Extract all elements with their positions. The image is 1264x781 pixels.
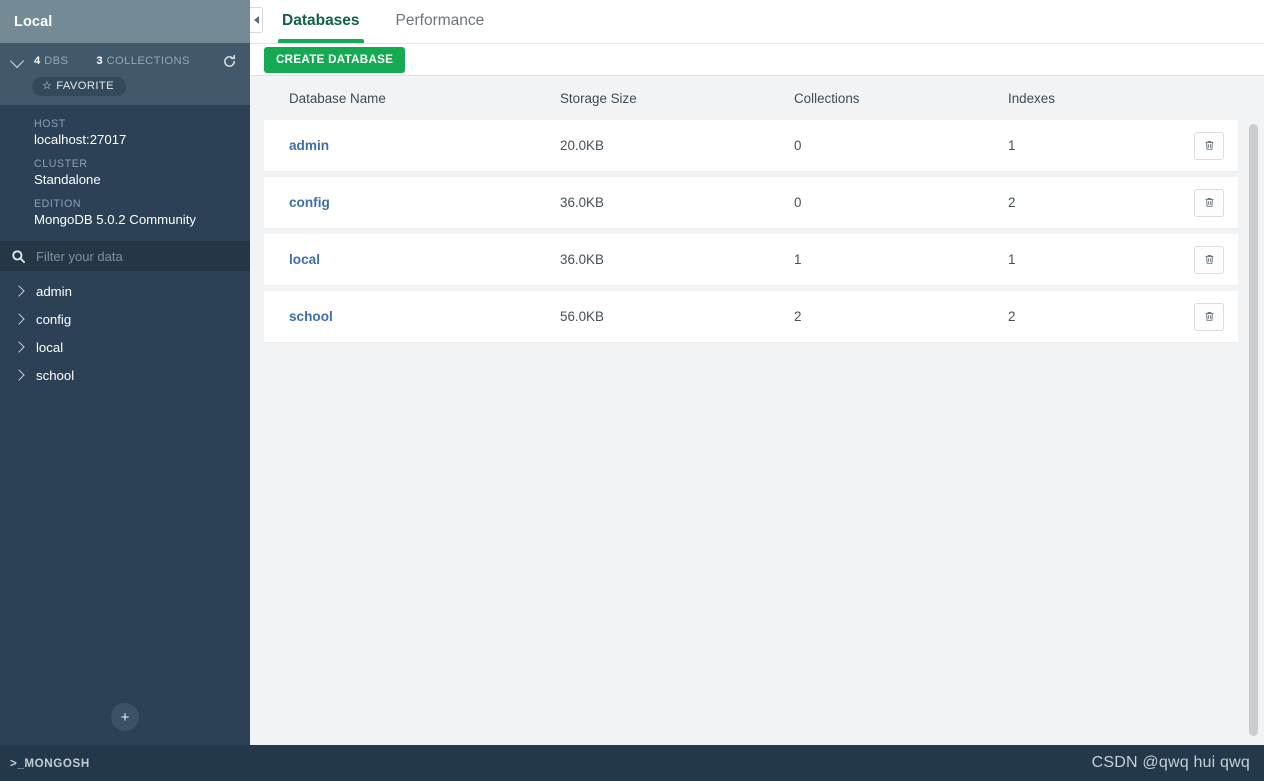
tab-label: Performance [395,12,485,29]
table-row[interactable]: local 36.0KB 1 1 [264,234,1238,286]
cell-indexes: 1 [1008,252,1016,267]
sidebar-collapse-toggle[interactable] [250,7,263,33]
sidebar-item-admin[interactable]: admin [0,277,250,305]
dbs-count-value: 4 [34,55,41,67]
database-link[interactable]: admin [289,138,329,153]
column-header-collections: Collections [794,90,860,106]
sidebar-item-school[interactable]: school [0,361,250,389]
stats-row: 4 DBS 3 COLLECTIONS [0,50,250,72]
chevron-right-icon[interactable] [12,368,26,382]
trash-icon[interactable] [1194,245,1224,274]
table-row[interactable]: admin 20.0KB 0 1 [264,120,1238,172]
database-link[interactable]: local [289,252,320,267]
sidebar-item-local[interactable]: local [0,333,250,361]
cell-collections: 2 [794,309,802,324]
collections-count-label: COLLECTIONS [106,55,190,67]
favorite-row: ☆ FAVORITE [0,72,250,96]
cell-storage-size: 20.0KB [560,138,604,153]
cell-collections: 0 [794,138,802,153]
sidebar: Local 4 DBS 3 COLLECTIONS ☆ FAVORITE HOS… [0,0,250,745]
database-link[interactable]: config [289,195,330,210]
chevron-right-icon[interactable] [12,284,26,298]
cell-storage-size: 36.0KB [560,195,604,210]
connection-info-panel: HOST localhost:27017 CLUSTER Standalone … [0,105,250,241]
create-database-button[interactable]: CREATE DATABASE [264,46,406,73]
cluster-value: Standalone [34,172,101,187]
favorite-button[interactable]: ☆ FAVORITE [32,77,126,96]
search-icon [11,249,26,264]
databases-table: Database Name Storage Size Collections I… [264,76,1238,343]
filter-input[interactable] [36,248,240,264]
table-row[interactable]: school 56.0KB 2 2 [264,291,1238,343]
star-icon: ☆ [42,79,53,92]
tab-performance[interactable]: Performance [378,0,503,43]
collections-count-value: 3 [96,55,103,67]
dbs-count-label: DBS [44,55,69,67]
cell-storage-size: 56.0KB [560,309,604,324]
column-header-database-name: Database Name [289,90,386,106]
refresh-icon[interactable] [220,52,238,70]
sidebar-item-label: config [36,311,72,327]
connection-title-bar: Local [0,0,250,43]
filter-bar [0,241,250,271]
cell-collections: 0 [794,195,802,210]
connection-stats-panel: 4 DBS 3 COLLECTIONS ☆ FAVORITE [0,43,250,105]
sidebar-item-label: school [36,367,75,383]
tab-bar: Databases Performance [250,0,1264,44]
trash-icon[interactable] [1194,131,1224,160]
sidebar-item-config[interactable]: config [0,305,250,333]
trash-icon[interactable] [1194,302,1224,331]
info-block-cluster: CLUSTER Standalone [34,158,250,187]
chevron-right-icon[interactable] [12,340,26,354]
window-body: Local 4 DBS 3 COLLECTIONS ☆ FAVORITE HOS… [0,0,1264,745]
cell-indexes: 2 [1008,195,1016,210]
tab-label: Databases [282,12,360,29]
table-header-row: Database Name Storage Size Collections I… [264,76,1238,120]
info-block-host: HOST localhost:27017 [34,118,250,147]
sidebar-footer: + [0,689,250,745]
table-row[interactable]: config 36.0KB 0 2 [264,177,1238,229]
watermark-text: CSDN @qwq hui qwq [1091,754,1250,771]
trash-icon[interactable] [1194,188,1224,217]
column-header-indexes: Indexes [1008,90,1055,106]
add-connection-button[interactable]: + [111,703,139,731]
database-tree: admin config local school [0,271,250,689]
info-block-edition: EDITION MongoDB 5.0.2 Community [34,198,250,227]
vertical-scrollbar[interactable] [1249,124,1258,736]
mongosh-toggle[interactable]: >_MONGOSH [10,757,90,770]
host-value: localhost:27017 [34,132,127,147]
favorite-label: FAVORITE [56,80,114,92]
sidebar-item-label: admin [36,283,72,299]
edition-value: MongoDB 5.0.2 Community [34,212,196,227]
status-bar: >_MONGOSH CSDN @qwq hui qwq [0,745,1264,781]
chevron-down-icon[interactable] [10,53,26,69]
sidebar-item-label: local [36,339,64,355]
host-label: HOST [34,118,66,130]
cell-storage-size: 36.0KB [560,252,604,267]
connection-name: Local [14,13,53,30]
toolbar: CREATE DATABASE [250,44,1264,76]
column-header-storage-size: Storage Size [560,90,637,106]
cell-indexes: 2 [1008,309,1016,324]
main-content: Databases Performance CREATE DATABASE Da… [250,0,1264,745]
databases-table-scroll: Database Name Storage Size Collections I… [250,76,1264,745]
mongodb-compass-window: Local 4 DBS 3 COLLECTIONS ☆ FAVORITE HOS… [0,0,1264,781]
dbs-count-stat: 4 DBS [34,55,68,67]
collections-count-stat: 3 COLLECTIONS [96,55,190,67]
edition-label: EDITION [34,198,82,210]
cell-collections: 1 [794,252,802,267]
database-link[interactable]: school [289,309,333,324]
tab-databases[interactable]: Databases [264,0,378,43]
cell-indexes: 1 [1008,138,1016,153]
chevron-right-icon[interactable] [12,312,26,326]
cluster-label: CLUSTER [34,158,88,170]
